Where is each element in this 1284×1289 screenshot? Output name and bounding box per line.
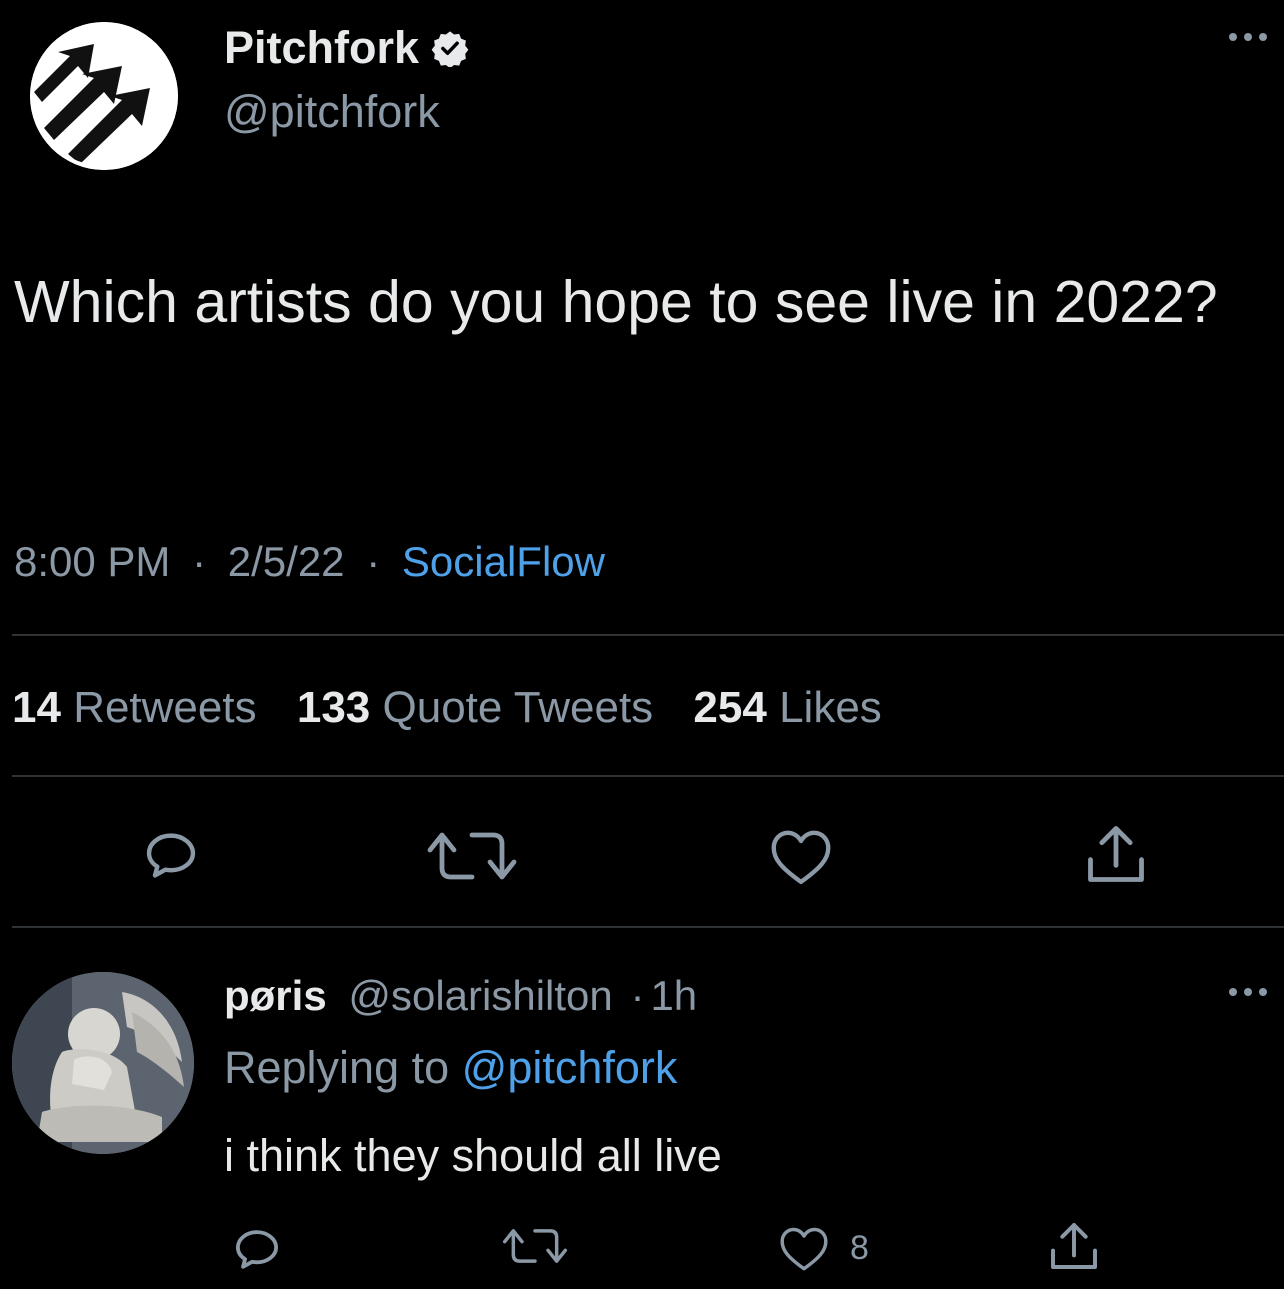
tweet-source-link[interactable]: SocialFlow	[402, 538, 605, 585]
tweet-date[interactable]: 2/5/22	[228, 538, 345, 585]
pitchfork-logo-icon	[30, 22, 178, 170]
reply-like-button[interactable]: 8	[776, 1224, 869, 1272]
reply-author-name[interactable]: pøris	[224, 972, 327, 1019]
like-icon	[780, 1227, 828, 1271]
divider	[12, 775, 1284, 777]
retweets-label: Retweets	[73, 683, 257, 732]
reply-icon	[235, 1230, 279, 1269]
share-button[interactable]	[1080, 820, 1152, 888]
reply-author-avatar[interactable]	[12, 972, 194, 1154]
replying-to-label: Replying to	[224, 1042, 450, 1093]
meta-separator: ·	[366, 538, 381, 585]
reply-age[interactable]: 1h	[650, 972, 697, 1019]
tweet-stats: 14 Retweets 133 Quote Tweets 254 Likes	[12, 683, 882, 733]
reply-text: i think they should all live	[224, 1130, 722, 1181]
author-row: Pitchfork	[224, 22, 469, 74]
retweets-count: 14	[12, 683, 61, 732]
reply-header: pøris @solarishilton · 1h	[224, 972, 697, 1020]
quote-tweets-stat[interactable]: 133 Quote Tweets	[297, 683, 653, 732]
tweet-text: Which artists do you hope to see live in…	[14, 269, 1218, 335]
quotes-label: Quote Tweets	[382, 683, 654, 732]
retweet-icon	[427, 832, 517, 880]
angel-statue-avatar-icon	[12, 972, 194, 1154]
divider	[12, 926, 1284, 928]
author-name[interactable]: Pitchfork	[224, 22, 419, 74]
reply-author-handle[interactable]: @solarishilton	[348, 972, 612, 1019]
more-options-icon[interactable]	[1226, 30, 1270, 49]
reply-share-button[interactable]	[1044, 1218, 1104, 1274]
meta-separator: ·	[192, 538, 207, 585]
reply-retweet-button[interactable]	[496, 1224, 574, 1268]
tweet-time[interactable]: 8:00 PM	[14, 538, 170, 585]
more-options-icon[interactable]	[1226, 985, 1270, 1004]
quotes-count: 133	[296, 683, 371, 732]
retweet-button[interactable]	[418, 826, 526, 886]
share-icon	[1088, 826, 1144, 882]
replying-to-handle[interactable]: @pitchfork	[462, 1042, 678, 1093]
tweet-meta: 8:00 PM · 2/5/22 · SocialFlow	[14, 538, 605, 586]
likes-stat[interactable]: 254 Likes	[693, 683, 881, 732]
reply-like-count: 8	[850, 1228, 869, 1267]
likes-label: Likes	[779, 683, 882, 732]
verified-badge-icon	[431, 31, 469, 67]
likes-count: 254	[693, 683, 767, 732]
meta-separator: ·	[630, 972, 645, 1019]
replying-to: Replying to @pitchfork	[224, 1042, 677, 1094]
divider	[12, 634, 1284, 636]
like-button[interactable]	[766, 826, 836, 886]
like-icon	[771, 830, 831, 885]
author-handle[interactable]: @pitchfork	[224, 86, 440, 138]
reply-icon	[146, 833, 196, 878]
reply-button[interactable]	[136, 824, 206, 886]
share-icon	[1051, 1223, 1097, 1269]
reply-reply-button[interactable]	[228, 1222, 286, 1276]
retweet-icon	[502, 1229, 568, 1263]
retweets-stat[interactable]: 14 Retweets	[12, 683, 257, 732]
pitchfork-avatar[interactable]	[30, 22, 178, 170]
